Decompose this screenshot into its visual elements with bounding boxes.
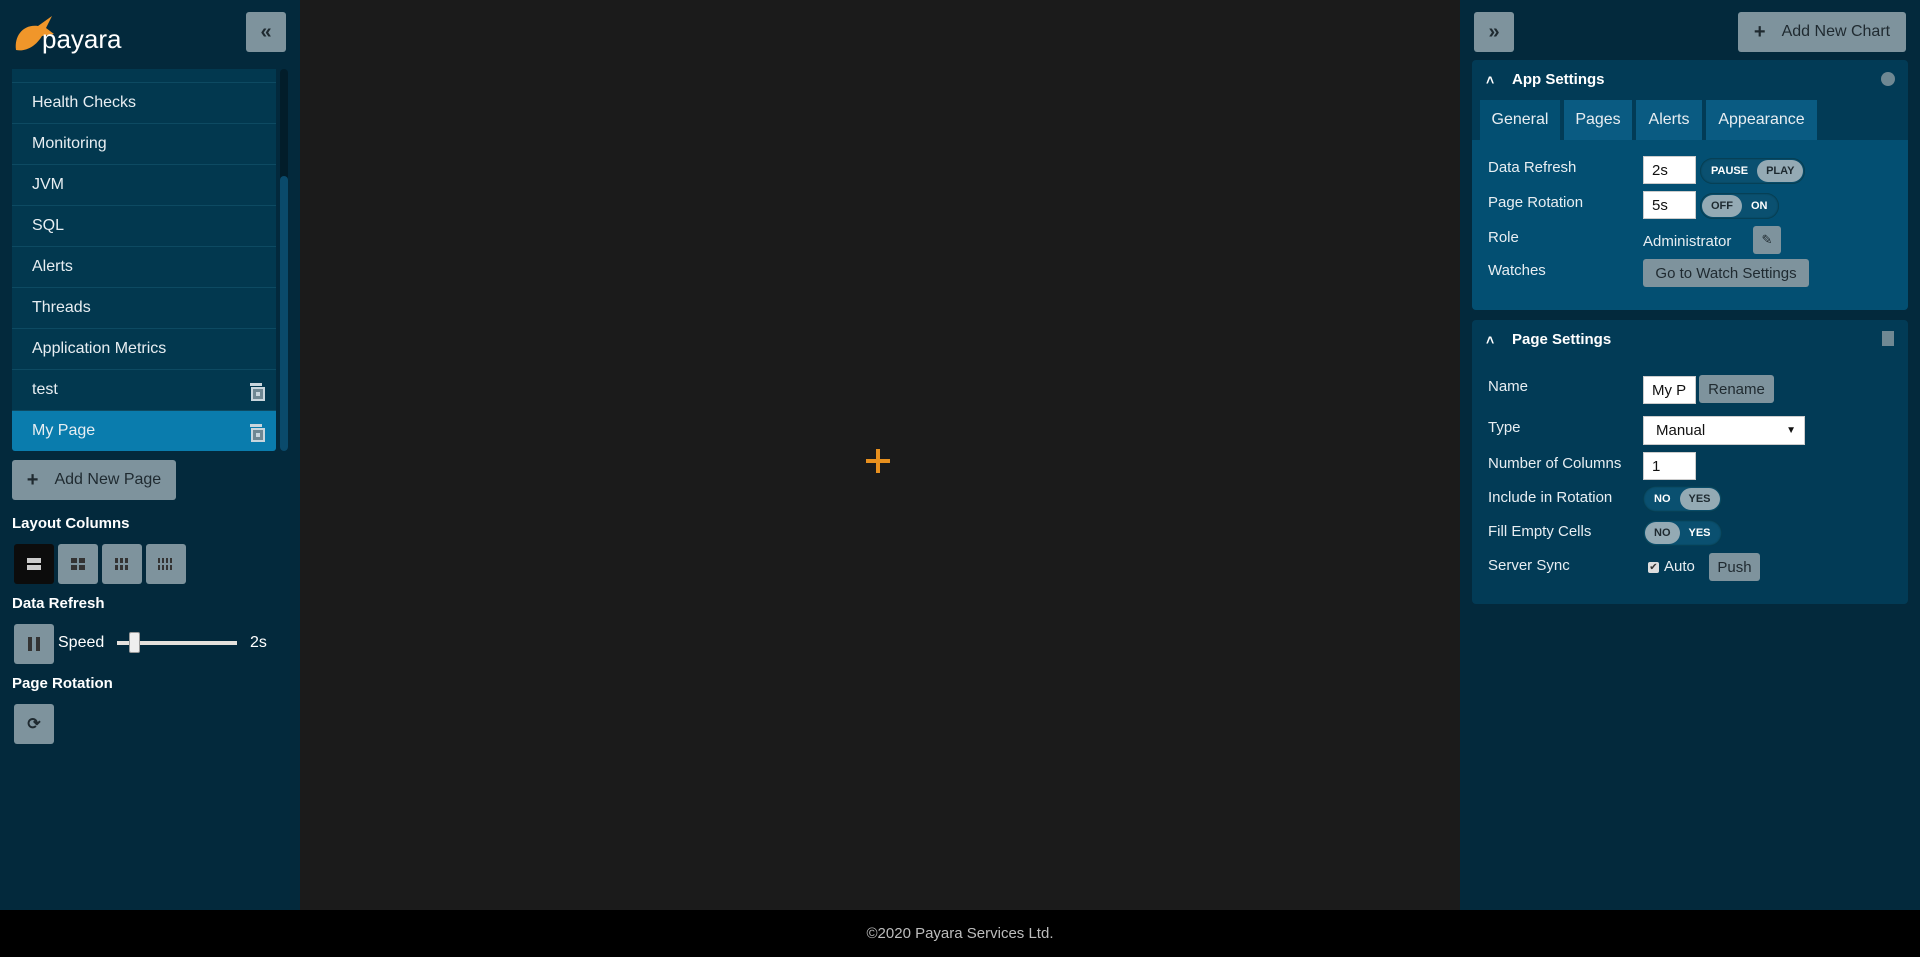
double-chevron-left-icon: « — [260, 20, 272, 43]
page-settings-title: Page Settings — [1512, 331, 1612, 348]
number-of-columns-input[interactable]: 1 — [1643, 452, 1696, 480]
auto-label: Auto — [1664, 558, 1695, 575]
pause-icon — [28, 637, 40, 651]
trash-icon[interactable] — [250, 424, 265, 442]
layout-2-column-button[interactable] — [58, 544, 98, 584]
globe-icon[interactable] — [1881, 72, 1895, 86]
rename-button[interactable]: Rename — [1699, 375, 1774, 403]
sidebar-item-test[interactable]: test — [12, 370, 276, 411]
role-value: Administrator — [1643, 233, 1732, 250]
speed-value: 2s — [250, 634, 267, 651]
document-icon[interactable] — [1882, 331, 1894, 346]
data-refresh-toggle[interactable]: PAUSE PLAY — [1700, 158, 1806, 184]
add-new-chart-button[interactable]: + Add New Chart — [1738, 12, 1906, 52]
type-select[interactable]: Manual ▼ — [1643, 416, 1805, 445]
footer: ©2020 Payara Services Ltd. — [0, 910, 1920, 957]
dropdown-arrow-icon: ▼ — [1786, 425, 1796, 436]
speed-slider[interactable] — [117, 632, 237, 653]
role-label: Role — [1488, 229, 1519, 246]
app-settings-title: App Settings — [1512, 71, 1605, 88]
number-of-columns-label: Number of Columns — [1488, 455, 1622, 472]
page-rotation-toggle[interactable]: OFF ON — [1700, 193, 1779, 219]
dashboard-canvas — [300, 0, 1460, 910]
sidebar-item-sql[interactable]: SQL — [12, 206, 276, 247]
push-button[interactable]: Push — [1709, 553, 1760, 581]
payara-logo: payara — [12, 10, 132, 58]
tab-alerts[interactable]: Alerts — [1636, 100, 1702, 140]
server-sync-label: Server Sync — [1488, 557, 1570, 574]
refresh-icon: ⟳ — [27, 716, 41, 733]
data-refresh-input[interactable]: 2s — [1643, 156, 1696, 184]
page-list: Health Checks Monitoring JVM SQL Alerts … — [12, 69, 276, 451]
sidebar-item-application-metrics[interactable]: Application Metrics — [12, 329, 276, 370]
plus-icon: + — [1753, 20, 1766, 43]
data-refresh-label: Data Refresh — [1488, 159, 1577, 176]
sidebar-item-my-page[interactable]: My Page — [12, 411, 276, 451]
sidebar-item-monitoring[interactable]: Monitoring — [12, 124, 276, 165]
auto-sync-checkbox[interactable]: ✔ — [1648, 562, 1659, 573]
trash-icon[interactable] — [250, 383, 265, 401]
add-new-page-button[interactable]: + Add New Page — [12, 460, 176, 500]
sidebar-item-threads[interactable]: Threads — [12, 288, 276, 329]
data-refresh-label: Data Refresh — [12, 595, 105, 612]
scrollbar-track[interactable] — [280, 69, 288, 451]
collapse-right-panel-button[interactable]: » — [1474, 12, 1514, 52]
left-sidebar: payara « Health Checks Monitoring JVM SQ… — [0, 0, 300, 910]
speed-label: Speed — [58, 634, 105, 651]
sidebar-item-jvm[interactable]: JVM — [12, 165, 276, 206]
tab-general[interactable]: General — [1480, 100, 1560, 140]
pause-button[interactable] — [14, 624, 54, 664]
right-panel: » + Add New Chart ˄ App Settings General … — [1460, 0, 1920, 910]
tab-appearance[interactable]: Appearance — [1706, 100, 1817, 140]
four-column-icon — [158, 558, 172, 570]
page-rotation-label: Page Rotation — [1488, 194, 1584, 211]
add-chart-plus-icon[interactable] — [866, 449, 890, 473]
layout-4-column-button[interactable] — [146, 544, 186, 584]
pencil-icon: ✎ — [1761, 232, 1773, 247]
chevron-up-icon[interactable]: ˄ — [1486, 72, 1494, 88]
fill-empty-cells-toggle[interactable]: NO YES — [1643, 520, 1722, 546]
page-rotation-label: Page Rotation — [12, 675, 113, 692]
watches-label: Watches — [1488, 262, 1546, 279]
name-label: Name — [1488, 378, 1529, 395]
include-in-rotation-toggle[interactable]: NO YES — [1643, 486, 1722, 512]
one-column-icon — [27, 558, 41, 570]
page-name-input[interactable]: My P — [1643, 376, 1696, 404]
layout-columns-label: Layout Columns — [12, 515, 130, 532]
plus-icon: + — [26, 468, 39, 491]
chevron-up-icon[interactable]: ˄ — [1486, 332, 1494, 348]
three-column-icon — [115, 558, 128, 570]
scrollbar-thumb[interactable] — [280, 176, 288, 451]
slider-handle[interactable] — [129, 632, 140, 653]
include-in-rotation-label: Include in Rotation — [1488, 489, 1613, 506]
sidebar-item-health-checks[interactable]: Health Checks — [12, 83, 276, 124]
double-chevron-right-icon: » — [1488, 20, 1500, 43]
two-column-icon — [71, 558, 85, 570]
fill-empty-cells-label: Fill Empty Cells — [1488, 523, 1592, 540]
type-label: Type — [1488, 419, 1521, 436]
collapse-sidebar-button[interactable]: « — [246, 12, 286, 52]
sidebar-item-alerts[interactable]: Alerts — [12, 247, 276, 288]
go-to-watch-settings-button[interactable]: Go to Watch Settings — [1643, 259, 1809, 287]
page-rotation-button[interactable]: ⟳ — [14, 704, 54, 744]
layout-3-column-button[interactable] — [102, 544, 142, 584]
edit-role-button[interactable]: ✎ — [1753, 226, 1781, 254]
tab-pages[interactable]: Pages — [1564, 100, 1632, 140]
page-rotation-input[interactable]: 5s — [1643, 191, 1696, 219]
layout-1-column-button[interactable] — [14, 544, 54, 584]
